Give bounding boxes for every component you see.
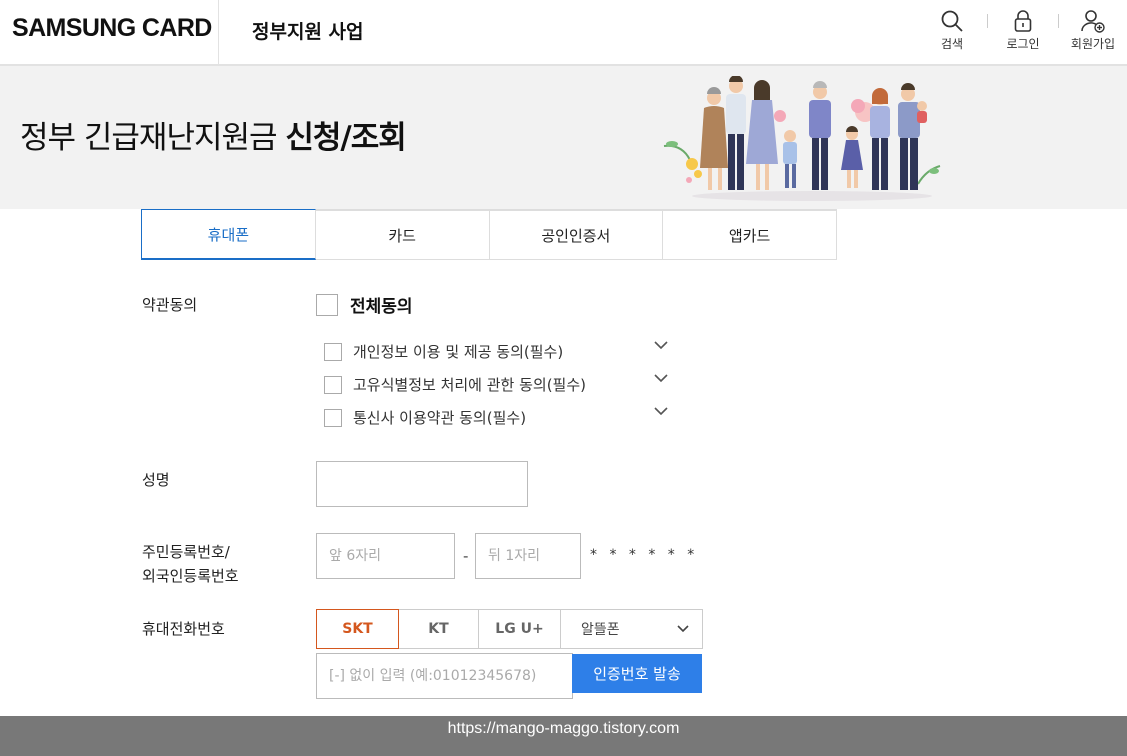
site-title[interactable]: 정부지원 사업 xyxy=(252,17,364,44)
tab-card[interactable]: 카드 xyxy=(315,211,490,260)
chevron-down-icon[interactable] xyxy=(653,370,669,386)
page-title-bold: 신청/조회 xyxy=(285,120,406,156)
phone-label: 휴대전화번호 xyxy=(142,620,225,638)
carrier-skt[interactable]: SKT xyxy=(316,609,399,649)
term-checkbox[interactable] xyxy=(324,408,342,427)
tab-app-card[interactable]: 앱카드 xyxy=(663,211,837,260)
name-input[interactable] xyxy=(316,461,528,507)
carrier-mvno-select[interactable]: 알뜰폰 xyxy=(561,610,702,648)
samsung-card-logo[interactable]: SAMSUNG CARD xyxy=(12,14,212,43)
signup-button[interactable]: 회원가입 xyxy=(1058,8,1127,52)
rrn-front-input[interactable] xyxy=(316,533,455,579)
rrn-label-line2: 외국인등록번호 xyxy=(142,567,239,585)
search-label: 검색 xyxy=(940,37,964,51)
watermark-bar: https://mango-maggo.tistory.com xyxy=(0,716,1127,756)
carrier-kt[interactable]: KT xyxy=(399,610,479,648)
chevron-down-icon xyxy=(677,625,689,633)
agree-all-option[interactable]: 전체동의 xyxy=(316,292,413,317)
tab-certificate[interactable]: 공인인증서 xyxy=(489,211,664,260)
search-icon xyxy=(941,10,963,32)
carrier-lgu[interactable]: LG U+ xyxy=(479,610,561,648)
rrn-label: 주민등록번호/ 외국인등록번호 xyxy=(142,540,239,588)
carrier-selector: SKT KT LG U+ 알뜰폰 xyxy=(316,609,703,649)
carrier-mvno-label: 알뜰폰 xyxy=(581,622,620,638)
term-checkbox[interactable] xyxy=(324,342,342,361)
term-label[interactable]: 개인정보 이용 및 제공 동의(필수) xyxy=(353,341,563,362)
term-checkbox[interactable] xyxy=(324,375,342,394)
page-title-normal: 정부 긴급재난지원금 xyxy=(20,120,286,156)
header-divider xyxy=(218,0,219,64)
agree-all-checkbox[interactable] xyxy=(316,293,338,316)
login-button[interactable]: 로그인 xyxy=(988,8,1058,52)
user-add-icon xyxy=(1081,10,1105,33)
rrn-back-input[interactable] xyxy=(475,533,581,579)
family-illustration xyxy=(663,76,941,201)
term-item-privacy[interactable]: 개인정보 이용 및 제공 동의(필수) xyxy=(324,341,674,362)
term-label[interactable]: 통신사 이용약관 동의(필수) xyxy=(353,407,526,428)
chevron-down-icon[interactable] xyxy=(653,403,669,419)
terms-label: 약관동의 xyxy=(142,296,198,314)
phone-number-input[interactable] xyxy=(316,653,573,699)
lock-icon xyxy=(1014,10,1032,32)
agree-all-label[interactable]: 전체동의 xyxy=(350,292,413,317)
name-label: 성명 xyxy=(142,471,170,489)
rrn-dash: - xyxy=(463,547,469,565)
login-label: 로그인 xyxy=(1006,37,1040,51)
watermark-text: https://mango-maggo.tistory.com xyxy=(447,720,680,737)
page-title: 정부 긴급재난지원금 신청/조회 xyxy=(20,112,407,157)
term-label[interactable]: 고유식별정보 처리에 관한 동의(필수) xyxy=(353,374,586,395)
auth-method-tabs: 휴대폰 카드 공인인증서 앱카드 xyxy=(141,209,837,260)
signup-label: 회원가입 xyxy=(1070,37,1116,51)
rrn-mask: * * * * * * xyxy=(590,547,699,563)
chevron-down-icon[interactable] xyxy=(653,337,669,353)
rrn-label-line1: 주민등록번호/ xyxy=(142,543,230,561)
tab-mobile[interactable]: 휴대폰 xyxy=(141,209,316,260)
term-item-carrier[interactable]: 통신사 이용약관 동의(필수) xyxy=(324,407,674,428)
search-button[interactable]: 검색 xyxy=(917,8,987,52)
term-item-unique-id[interactable]: 고유식별정보 처리에 관한 동의(필수) xyxy=(324,374,674,395)
send-verification-button[interactable]: 인증번호 발송 xyxy=(572,654,702,693)
page-banner: 정부 긴급재난지원금 신청/조회 xyxy=(0,66,1127,209)
header: SAMSUNG CARD 정부지원 사업 검색 로그인 회원가입 xyxy=(0,0,1127,66)
